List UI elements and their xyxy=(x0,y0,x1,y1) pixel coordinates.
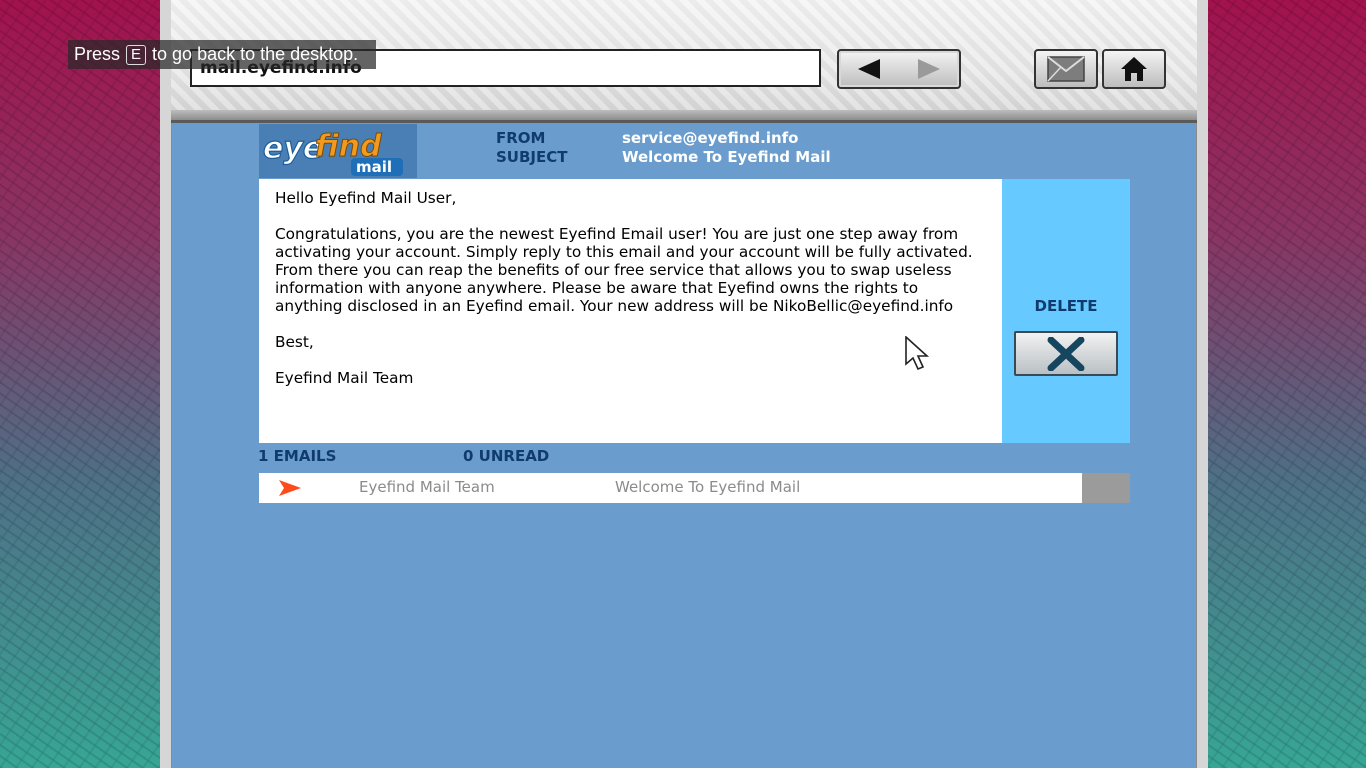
selected-arrow-icon xyxy=(279,480,301,496)
eyefind-mail-logo: eye find mail xyxy=(259,124,417,178)
back-button[interactable] xyxy=(839,51,899,87)
row-subject: Welcome To Eyefind Mail xyxy=(615,478,801,496)
hint-suffix: to go back to the desktop. xyxy=(152,44,359,64)
unread-count: 0 UNREAD xyxy=(463,447,550,465)
forward-button[interactable] xyxy=(899,51,959,87)
from-value: service@eyefind.info xyxy=(622,129,799,147)
home-icon xyxy=(1121,57,1147,81)
delete-label: DELETE xyxy=(1034,297,1098,315)
from-label: FROM xyxy=(496,129,546,147)
email-signature: Eyefind Mail Team xyxy=(275,369,414,387)
subject-label: SUBJECT xyxy=(496,148,568,166)
browser-window: eye find mail FROM SUBJECT service@eyefi… xyxy=(160,0,1208,768)
inbox-row[interactable]: Eyefind Mail Team Welcome To Eyefind Mai… xyxy=(259,473,1082,503)
email-actions-panel: DELETE xyxy=(1002,179,1130,443)
email-greeting: Hello Eyefind Mail User, xyxy=(275,189,457,207)
row-sender: Eyefind Mail Team xyxy=(359,478,495,496)
back-arrow-icon xyxy=(858,59,880,79)
envelope-icon xyxy=(1047,56,1085,82)
inbox-scrollbar[interactable] xyxy=(1082,473,1130,503)
mail-button[interactable] xyxy=(1034,49,1098,89)
desktop-hint: Press E to go back to the desktop. xyxy=(68,40,376,69)
email-body: Hello Eyefind Mail User, Congratulations… xyxy=(259,179,1002,443)
hint-prefix: Press xyxy=(74,44,121,64)
email-closing: Best, xyxy=(275,333,314,351)
email-count: 1 EMAILS xyxy=(258,447,337,465)
toolbar-divider xyxy=(171,110,1197,120)
hint-key: E xyxy=(126,44,147,65)
svg-text:mail: mail xyxy=(356,158,392,176)
subject-value: Welcome To Eyefind Mail xyxy=(622,148,831,166)
email-paragraph: Congratulations, you are the newest Eyef… xyxy=(275,225,973,315)
home-button[interactable] xyxy=(1102,49,1166,89)
delete-button[interactable] xyxy=(1014,331,1118,376)
close-x-icon xyxy=(1047,336,1085,371)
mouse-cursor-icon xyxy=(905,336,930,371)
forward-arrow-icon xyxy=(918,59,940,79)
nav-buttons xyxy=(837,49,961,89)
